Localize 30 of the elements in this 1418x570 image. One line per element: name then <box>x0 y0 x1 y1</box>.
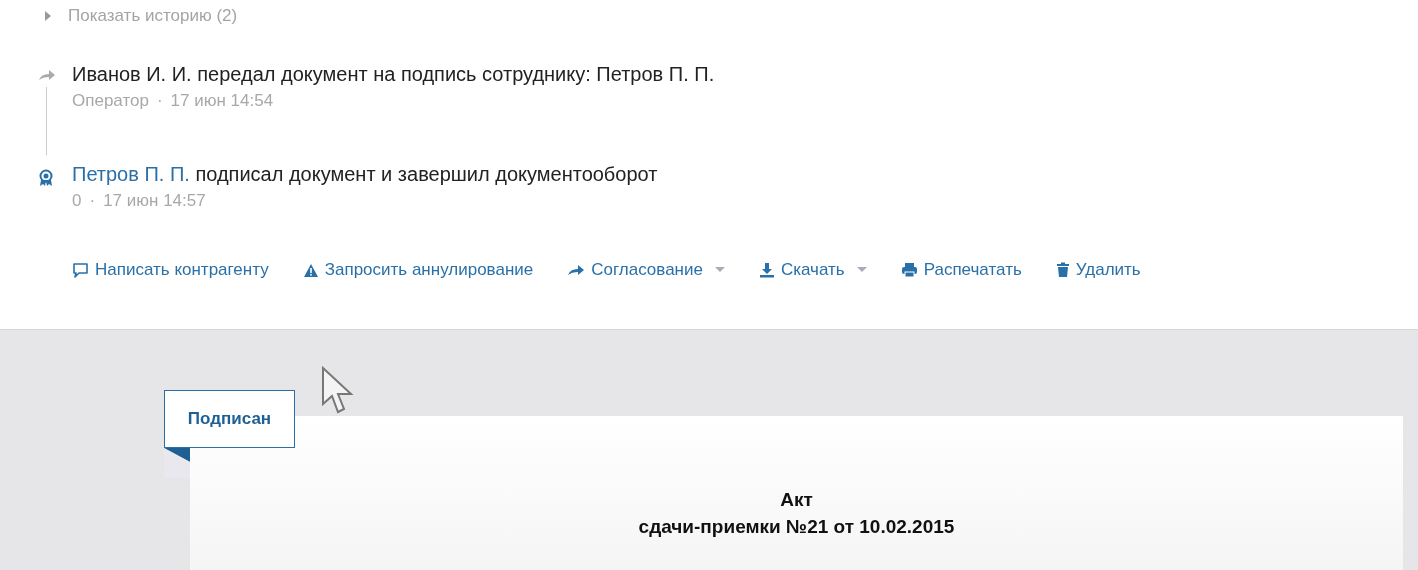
download-icon <box>758 262 775 278</box>
event-author: Оператор <box>72 91 149 110</box>
event-text: Петров П. П. подписал документ и завершил документооборот <box>72 162 659 187</box>
caret-icon <box>856 267 867 273</box>
status-label: Подписан <box>164 390 295 448</box>
event-time: 17 июн 14:54 <box>170 91 274 110</box>
dot-separator: · <box>89 191 96 210</box>
action-button[interactable]: Согласование <box>567 256 725 284</box>
warning-icon <box>302 262 319 278</box>
arrow-icon <box>567 264 586 276</box>
action-button[interactable]: Удалить <box>1055 256 1141 284</box>
action-button[interactable]: Написать контрагенту <box>72 256 269 284</box>
document-title: Акт сдачи-приемки №21 от 10.02.2015 <box>638 488 955 539</box>
mouse-cursor-icon <box>321 366 355 416</box>
trash-icon <box>1055 262 1070 278</box>
printer-icon <box>900 262 918 278</box>
award-icon <box>38 169 54 187</box>
event-time: 17 июн 14:57 <box>103 191 206 210</box>
person-link[interactable]: Петров П. П. <box>72 163 190 185</box>
event-text: Иванов И. И. передал документ на подпись сотруднику: Петров П. П. <box>72 62 716 87</box>
triangle-icon <box>44 11 52 21</box>
arrow-icon <box>38 69 56 81</box>
ribbon-fold-icon <box>164 448 190 478</box>
action-button[interactable]: Распечатать <box>900 256 1022 284</box>
dot-separator: · <box>156 91 163 110</box>
action-button[interactable]: Запросить аннулирование <box>302 256 534 284</box>
caret-icon <box>714 267 725 273</box>
speech-bubble-icon <box>72 261 89 279</box>
action-button[interactable]: Скачать <box>758 256 867 284</box>
event-author: 0 <box>72 191 82 210</box>
